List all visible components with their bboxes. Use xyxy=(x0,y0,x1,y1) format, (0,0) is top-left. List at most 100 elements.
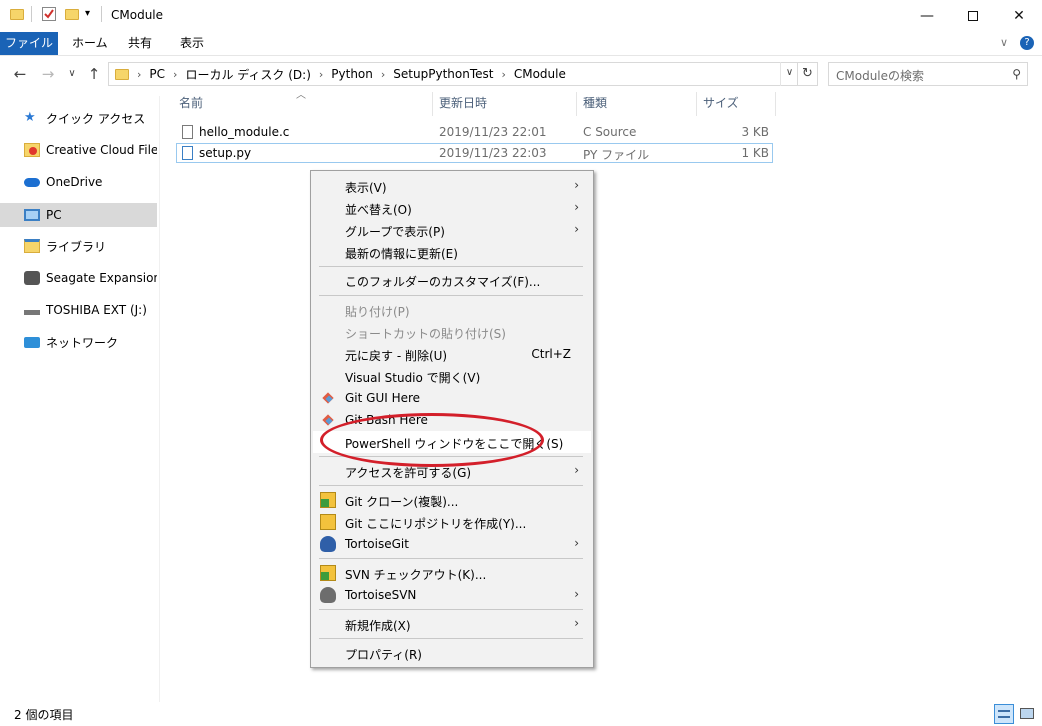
menu-item-customize-folder[interactable]: このフォルダーのカスタマイズ(F)... xyxy=(313,269,591,291)
folder-icon xyxy=(115,68,129,80)
folder-icon xyxy=(10,9,24,20)
menu-item-svn-checkout[interactable]: SVN チェックアウト(K)... xyxy=(313,562,591,584)
menu-item-git-bash-here[interactable]: Git Bash Here xyxy=(313,409,591,431)
refresh-button[interactable]: ↻ xyxy=(798,62,818,86)
creative-cloud-icon xyxy=(24,143,40,157)
address-bar[interactable]: › PC › ローカル ディスク (D:) › Python › SetupPy… xyxy=(108,62,798,86)
nav-item-label: Creative Cloud Files xyxy=(46,143,157,157)
quick-access-dropdown-icon[interactable]: ▾ xyxy=(85,8,90,24)
recent-locations-button[interactable]: ∨ xyxy=(62,64,82,84)
breadcrumb-setuppythontest[interactable]: SetupPythonTest xyxy=(393,67,493,81)
menu-item-properties[interactable]: プロパティ(R) xyxy=(313,642,591,664)
forward-button[interactable]: → xyxy=(38,64,58,84)
maximize-button[interactable] xyxy=(950,0,996,32)
tortoisegit-create-icon xyxy=(320,514,336,530)
search-icon: ⚲ xyxy=(1012,67,1021,81)
back-button[interactable]: ← xyxy=(10,64,30,84)
nav-item-onedrive[interactable]: OneDrive xyxy=(0,170,157,194)
menu-item-paste-shortcut[interactable]: ショートカットの貼り付け(S) xyxy=(313,321,591,343)
nav-item-network[interactable]: ネットワーク xyxy=(0,330,157,354)
nav-item-library[interactable]: ライブラリ xyxy=(0,234,157,258)
drive-icon xyxy=(24,271,40,285)
ribbon: ファイル ホーム 共有 表示 ∨ ? xyxy=(0,32,1042,56)
column-divider[interactable] xyxy=(432,92,433,116)
breadcrumb-pc[interactable]: PC xyxy=(149,67,165,81)
menu-item-open-powershell-here[interactable]: PowerShell ウィンドウをここで開く(S) xyxy=(313,431,591,453)
file-modified: 2019/11/23 22:03 xyxy=(439,146,547,160)
tab-share[interactable]: 共有 xyxy=(118,32,162,55)
column-header-modified[interactable]: 更新日時 xyxy=(439,94,487,114)
menu-item-git-gui-here[interactable]: Git GUI Here xyxy=(313,387,591,409)
tortoisegit-icon xyxy=(320,536,336,552)
column-divider[interactable] xyxy=(576,92,577,116)
menu-item-group-by[interactable]: グループで表示(P) › xyxy=(313,219,591,241)
file-row[interactable]: hello_module.c 2019/11/23 22:01 C Source… xyxy=(176,122,773,142)
search-input[interactable]: CModuleの検索 ⚲ xyxy=(828,62,1028,86)
git-icon xyxy=(320,412,336,428)
file-row-selected[interactable]: setup.py 2019/11/23 22:03 PY ファイル 1 KB xyxy=(176,143,773,163)
nav-item-label: Seagate Expansion Dr xyxy=(46,271,157,285)
column-header-size[interactable]: サイズ xyxy=(703,94,739,114)
close-button[interactable]: ✕ xyxy=(996,0,1042,32)
search-placeholder: CModuleの検索 xyxy=(836,69,925,83)
properties-icon[interactable] xyxy=(42,7,56,21)
menu-item-label: 元に戻す - 削除(U) xyxy=(345,349,448,363)
menu-item-tortoisegit[interactable]: TortoiseGit › xyxy=(313,533,591,555)
nav-item-toshiba[interactable]: TOSHIBA EXT (J:) xyxy=(0,298,157,322)
chevron-right-icon: › xyxy=(574,200,579,214)
divider xyxy=(31,6,32,22)
address-dropdown-button[interactable]: ∨ xyxy=(780,62,798,86)
menu-item-open-visual-studio[interactable]: Visual Studio で開く(V) xyxy=(313,365,591,387)
title-bar: ▾ CModule — ✕ xyxy=(0,0,1042,32)
menu-item-view[interactable]: 表示(V) › xyxy=(313,175,591,197)
nav-item-quick-access[interactable]: ★ クイック アクセス xyxy=(0,106,157,130)
ribbon-expand-icon[interactable]: ∨ xyxy=(1000,36,1008,49)
minimize-button[interactable]: — xyxy=(904,0,950,32)
file-type: C Source xyxy=(583,125,637,139)
menu-item-git-create-repo[interactable]: Git ここにリポジトリを作成(Y)... xyxy=(313,511,591,533)
menu-separator xyxy=(319,558,583,559)
menu-item-label: Git クローン(複製)... xyxy=(345,495,459,509)
maximize-icon xyxy=(968,11,978,21)
menu-item-undo-delete[interactable]: 元に戻す - 削除(U) Ctrl+Z xyxy=(313,343,591,365)
menu-item-refresh[interactable]: 最新の情報に更新(E) xyxy=(313,241,591,263)
navigation-pane: ★ クイック アクセス Creative Cloud Files OneDriv… xyxy=(0,96,160,702)
column-header-name[interactable]: 名前 xyxy=(179,94,203,114)
column-divider[interactable] xyxy=(696,92,697,116)
file-size: 3 KB xyxy=(741,125,769,139)
large-icons-view-button[interactable] xyxy=(1017,704,1037,724)
usb-drive-icon xyxy=(24,309,40,315)
up-button[interactable]: ↑ xyxy=(84,64,104,84)
nav-item-creative-cloud-files[interactable]: Creative Cloud Files xyxy=(0,138,157,162)
column-header-type[interactable]: 種類 xyxy=(583,94,607,114)
chevron-right-icon: › xyxy=(574,587,579,601)
menu-item-label: Git Bash Here xyxy=(345,413,428,427)
refresh-icon: ↻ xyxy=(802,66,813,81)
chevron-down-icon: ∨ xyxy=(785,67,794,78)
git-icon xyxy=(320,390,336,406)
tab-file[interactable]: ファイル xyxy=(0,32,58,55)
new-folder-icon[interactable] xyxy=(65,9,79,20)
menu-item-git-clone[interactable]: Git クローン(複製)... xyxy=(313,489,591,511)
breadcrumb-cmodule[interactable]: CModule xyxy=(514,67,566,81)
menu-item-label: グループで表示(P) xyxy=(345,225,445,239)
menu-item-paste[interactable]: 貼り付け(P) xyxy=(313,299,591,321)
nav-item-pc[interactable]: PC xyxy=(0,203,157,227)
column-divider[interactable] xyxy=(775,92,776,116)
breadcrumb-local-disk[interactable]: ローカル ディスク (D:) xyxy=(185,66,310,83)
menu-item-sort[interactable]: 並べ替え(O) › xyxy=(313,197,591,219)
nav-item-seagate[interactable]: Seagate Expansion Dr xyxy=(0,266,157,290)
context-menu: 表示(V) › 並べ替え(O) › グループで表示(P) › 最新の情報に更新(… xyxy=(310,170,594,668)
menu-item-give-access[interactable]: アクセスを許可する(G) › xyxy=(313,460,591,482)
menu-item-label: 貼り付け(P) xyxy=(345,305,410,319)
tab-home[interactable]: ホーム xyxy=(62,32,118,55)
chevron-right-icon: › xyxy=(318,67,324,81)
breadcrumb-python[interactable]: Python xyxy=(331,67,373,81)
menu-item-new[interactable]: 新規作成(X) › xyxy=(313,613,591,635)
help-icon[interactable]: ? xyxy=(1020,36,1034,50)
details-view-button[interactable] xyxy=(994,704,1014,724)
tab-view[interactable]: 表示 xyxy=(170,32,214,55)
c-source-file-icon xyxy=(182,125,193,139)
menu-item-label: アクセスを許可する(G) xyxy=(345,466,472,480)
menu-item-tortoisesvn[interactable]: TortoiseSVN › xyxy=(313,584,591,606)
